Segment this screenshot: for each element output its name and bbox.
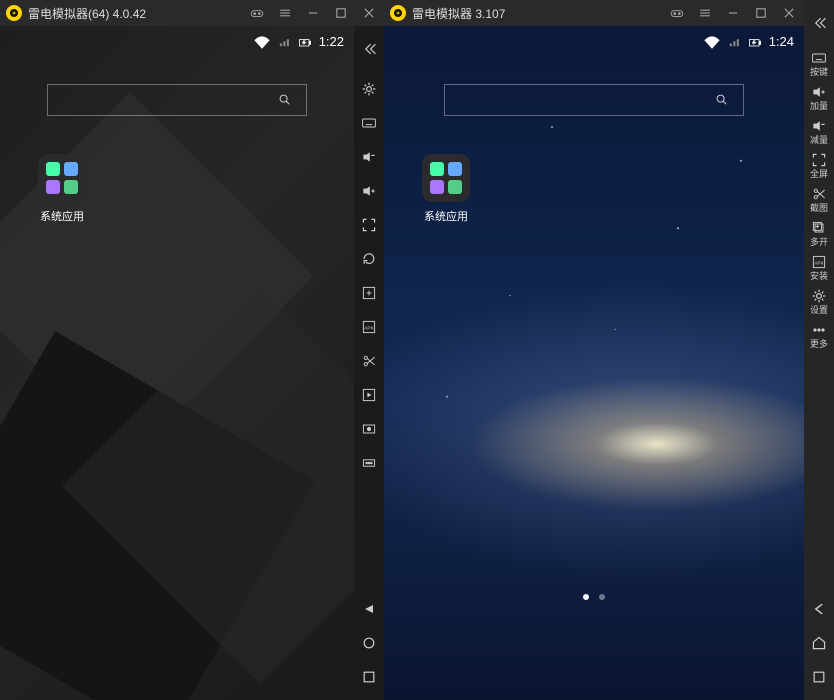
android-screen-right[interactable]: 1:24 系统应用 — [384, 26, 804, 700]
clock: 1:22 — [319, 34, 344, 49]
wallpaper-geometric — [0, 26, 354, 700]
dot-inactive — [599, 594, 605, 600]
volume-up-button[interactable]: 加量 — [804, 80, 834, 114]
volume-up-icon[interactable] — [354, 174, 384, 208]
screenshot-button[interactable]: 截图 — [804, 182, 834, 216]
android-screen-left[interactable]: 1:22 系统应用 — [0, 26, 354, 700]
titlebar-left: 雷电模拟器(64) 4.0.42 — [0, 0, 384, 26]
gamepad-icon[interactable] — [248, 4, 266, 22]
folder-icon — [38, 154, 86, 202]
battery-icon — [297, 35, 313, 49]
titlebar-right: 雷电模拟器 3.107 — [384, 0, 804, 26]
logo-icon — [6, 5, 22, 21]
window-title: 雷电模拟器(64) 4.0.42 — [28, 5, 248, 22]
nav-back-icon[interactable] — [354, 592, 384, 626]
nav-home-icon[interactable] — [804, 626, 834, 660]
collapse-icon[interactable] — [354, 32, 384, 66]
apk-icon[interactable] — [354, 310, 384, 344]
nav-recents-icon[interactable] — [354, 660, 384, 694]
nav-back-icon[interactable] — [804, 592, 834, 626]
toolbar-left — [354, 26, 384, 700]
menu-icon[interactable] — [696, 4, 714, 22]
status-bar: 1:22 — [253, 34, 344, 49]
search-icon — [278, 93, 292, 107]
fullscreen-button[interactable]: 全屏 — [804, 148, 834, 182]
signal-icon — [727, 35, 741, 49]
toolbar-right: 按键 加量 减量 全屏 截图 多开 安装 设置 更多 — [804, 0, 834, 700]
install-apk-button[interactable]: 安装 — [804, 250, 834, 284]
more-button[interactable]: 更多 — [804, 318, 834, 352]
nav-home-icon[interactable] — [354, 626, 384, 660]
fullscreen-icon[interactable] — [354, 208, 384, 242]
menu-icon[interactable] — [276, 4, 294, 22]
maximize-icon[interactable] — [752, 4, 770, 22]
logo-icon — [390, 5, 406, 21]
emulator-left: 雷电模拟器(64) 4.0.42 1:22 — [0, 0, 384, 700]
keyboard-icon[interactable] — [354, 106, 384, 140]
app-label: 系统应用 — [30, 208, 94, 224]
settings-icon[interactable] — [354, 72, 384, 106]
scissors-icon[interactable] — [354, 344, 384, 378]
minimize-icon[interactable] — [304, 4, 322, 22]
minimize-icon[interactable] — [724, 4, 742, 22]
volume-down-button[interactable]: 减量 — [804, 114, 834, 148]
folder-icon — [422, 154, 470, 202]
status-bar: 1:24 — [703, 34, 794, 49]
gamepad-icon[interactable] — [668, 4, 686, 22]
clock: 1:24 — [769, 34, 794, 49]
window-title: 雷电模拟器 3.107 — [412, 5, 668, 22]
search-input[interactable] — [444, 84, 744, 116]
search-input[interactable] — [47, 84, 307, 116]
nav-recents-icon[interactable] — [804, 660, 834, 694]
add-icon[interactable] — [354, 276, 384, 310]
rotate-icon[interactable] — [354, 242, 384, 276]
close-icon[interactable] — [360, 4, 378, 22]
settings-button[interactable]: 设置 — [804, 284, 834, 318]
dot-active — [583, 594, 589, 600]
search-icon — [715, 93, 729, 107]
multi-instance-button[interactable]: 多开 — [804, 216, 834, 250]
play-icon[interactable] — [354, 378, 384, 412]
wifi-icon — [703, 35, 721, 49]
collapse-icon[interactable] — [804, 6, 834, 40]
app-system[interactable]: 系统应用 — [414, 154, 478, 224]
emulator-right: 雷电模拟器 3.107 1:24 系统应用 — [384, 0, 804, 700]
app-system[interactable]: 系统应用 — [30, 154, 94, 224]
wifi-icon — [253, 35, 271, 49]
record-icon[interactable] — [354, 412, 384, 446]
battery-icon — [747, 35, 763, 49]
app-label: 系统应用 — [414, 208, 478, 224]
close-icon[interactable] — [780, 4, 798, 22]
volume-down-icon[interactable] — [354, 140, 384, 174]
signal-icon — [277, 35, 291, 49]
more-icon[interactable] — [354, 446, 384, 480]
page-indicator — [583, 594, 605, 600]
maximize-icon[interactable] — [332, 4, 350, 22]
keymap-button[interactable]: 按键 — [804, 46, 834, 80]
